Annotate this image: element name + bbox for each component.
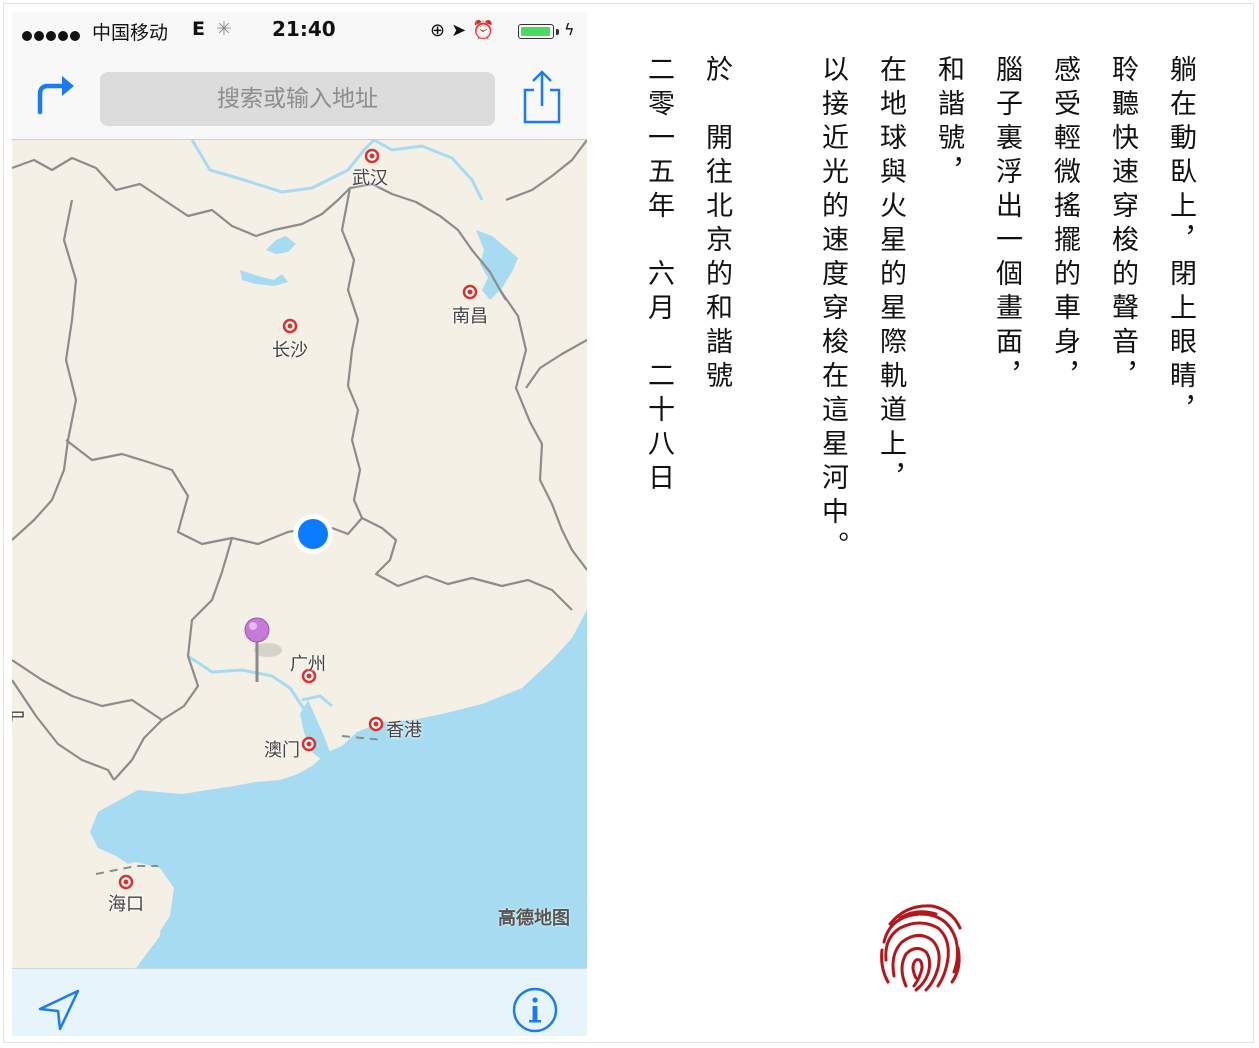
charging-icon: ϟ [564, 20, 575, 39]
status-bar: 中国移动 E ✳ 21:40 ⊕➤⏰ ϟ [12, 12, 587, 50]
maps-bottom-toolbar [12, 968, 587, 1036]
network-type: E [192, 18, 205, 40]
city-label-guangzhou: 广州 [290, 654, 326, 675]
poem-line-4: 腦子裏浮出一個畫面， [991, 55, 1022, 395]
city-label-wuhan: 武汉 [352, 168, 388, 189]
map-canvas [12, 138, 587, 968]
city-label-macau: 澳门 [264, 740, 300, 761]
maps-nav-bar: 搜索或输入地址 [12, 50, 587, 140]
fingerprint-icon [880, 904, 962, 992]
current-location-button[interactable] [34, 983, 86, 1035]
poem-signature: 於 開往北京的和諧號 [701, 55, 732, 395]
status-time: 21:40 [272, 17, 336, 41]
directions-button[interactable] [32, 68, 82, 118]
poem-line-6: 在地球與火星的星際軌道上， [875, 55, 906, 497]
poem-line-5: 和諧號， [933, 55, 964, 191]
signal-strength-icon [22, 24, 82, 46]
activity-spinner-icon: ✳ [216, 18, 232, 40]
battery-icon [518, 24, 554, 39]
map-provider-logo: 高德地图 [498, 908, 570, 929]
partial-edge-label: 尸 [12, 710, 26, 731]
share-icon [523, 70, 561, 124]
city-label-changsha: 长沙 [272, 340, 308, 361]
city-label-haikou: 海口 [108, 894, 144, 915]
search-input[interactable]: 搜索或输入地址 [100, 72, 495, 126]
alarm-icon: ⏰ [472, 20, 501, 41]
orientation-lock-icon: ⊕ [430, 20, 452, 41]
status-icons: ⊕➤⏰ [430, 20, 501, 41]
directions-arrow-icon [37, 76, 74, 115]
location-arrow-icon [38, 989, 80, 1031]
info-button[interactable] [510, 985, 560, 1035]
location-services-icon: ➤ [451, 20, 473, 41]
map-view[interactable]: 武汉 南昌 长沙 广州 香港 澳门 海口 尸 高德地图 [12, 138, 587, 968]
battery-tip [556, 29, 559, 35]
vertical-poem: 躺在動臥上，閉上眼睛， 聆聽快速穿梭的聲音， 感受輕微搖擺的車身， 腦子裏浮出一… [629, 55, 1209, 575]
poem-date: 二零一五年 六月 二十八日 [643, 55, 674, 497]
city-label-nanchang: 南昌 [452, 306, 488, 327]
current-location-dot [293, 514, 333, 554]
poem-line-1: 躺在動臥上，閉上眼睛， [1165, 55, 1196, 429]
poem-line-3: 感受輕微搖擺的車身， [1049, 55, 1080, 395]
poem-blank-line [745, 55, 803, 575]
info-icon [512, 987, 558, 1033]
poem-line-7: 以接近光的速度穿梭在這星河中。 [817, 55, 848, 565]
carrier-name: 中国移动 [92, 22, 169, 44]
city-label-hongkong: 香港 [386, 720, 422, 741]
share-button[interactable] [517, 66, 567, 126]
phone-screen: 中国移动 E ✳ 21:40 ⊕➤⏰ ϟ 搜索或输入地址 武汉 南昌 长沙 广州… [12, 12, 587, 1036]
poem-line-2: 聆聽快速穿梭的聲音， [1107, 55, 1138, 395]
